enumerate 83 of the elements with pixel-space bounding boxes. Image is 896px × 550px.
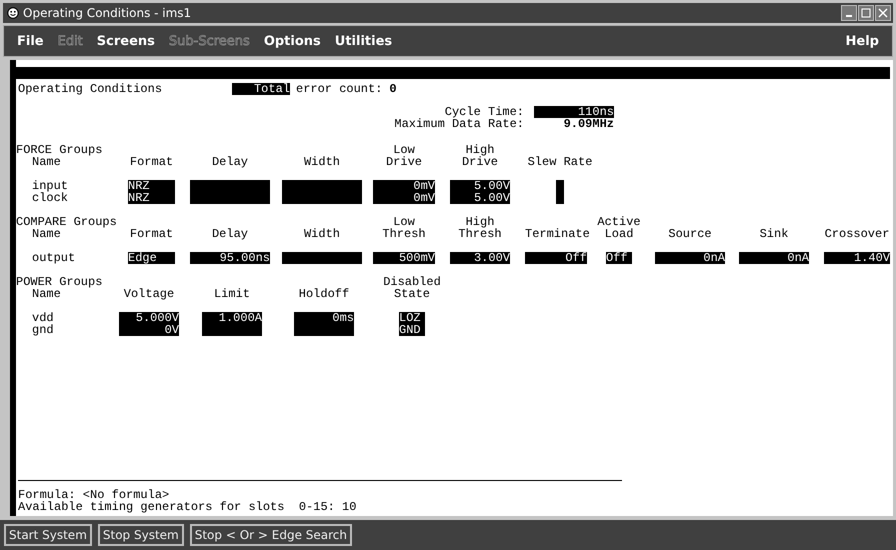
total-field[interactable]: Total [232, 83, 290, 95]
data-rate-label: Maximum Data Rate: [393, 118, 525, 130]
column-header: Low [393, 216, 415, 228]
smiley-icon [7, 7, 19, 19]
column-header: High [466, 144, 494, 156]
value-field[interactable] [282, 252, 362, 264]
column-header: Name [31, 288, 61, 300]
group-name: clock [32, 192, 70, 204]
column-header: Crossover [824, 228, 890, 240]
column-header: Sink [758, 228, 790, 240]
value-field[interactable]: Off [525, 252, 587, 264]
column-header: Slew Rate [526, 156, 594, 168]
column-header: Holdoff [298, 288, 350, 300]
window-title: Operating Conditions - ims1 [23, 6, 192, 20]
value-field[interactable]: 1.40V [824, 252, 890, 264]
column-header: Drive [460, 156, 499, 168]
column-header: Thresh [381, 228, 427, 240]
group-name: gnd [32, 324, 55, 336]
system-button[interactable]: Stop < Or > Edge Search [190, 524, 352, 546]
column-header: Format [128, 228, 174, 240]
screen-title: Operating Conditions [18, 83, 164, 95]
value-field[interactable] [556, 180, 564, 204]
value-field[interactable]: Edge [128, 252, 175, 264]
column-header: Name [31, 156, 61, 168]
column-header: Active [596, 216, 642, 228]
column-header: Name [31, 228, 62, 240]
value-field[interactable]: 95.00ns [190, 252, 270, 264]
value-field[interactable]: 500mV [373, 252, 435, 264]
value-field[interactable]: 0mV 0mV [373, 180, 435, 204]
column-header: Limit [212, 288, 251, 300]
column-header: State [392, 288, 431, 300]
value-field[interactable]: 1.000A [202, 312, 262, 336]
cycle-time-label: Cycle Time: [444, 106, 525, 118]
column-header: Source [667, 228, 713, 240]
value-field[interactable]: NRZ NRZ [128, 180, 175, 204]
formula-text: Formula: <No formula> [18, 489, 170, 501]
menu-item[interactable]: Options [256, 34, 328, 48]
value-field[interactable]: 5.00V 5.00V [450, 180, 510, 204]
value-field[interactable]: 0nA [655, 252, 725, 264]
maximize-icon [861, 8, 871, 18]
column-header: Thresh [457, 228, 503, 240]
error-count: 0 [389, 83, 397, 95]
column-header: Format [128, 156, 174, 168]
menu-item[interactable]: File [10, 34, 51, 48]
group-name: input [32, 180, 70, 192]
minimize-icon [846, 15, 852, 17]
generators-text: Available timing generators for slots 0-15: 10 [18, 501, 358, 513]
system-button[interactable]: Start System [4, 524, 92, 546]
close-icon [878, 8, 888, 18]
value-field[interactable]: 0ms [294, 312, 354, 336]
value-field[interactable]: 5.000V 0V [119, 312, 179, 336]
menu-item[interactable]: Utilities [328, 34, 400, 48]
value-field[interactable]: Off [606, 252, 632, 264]
column-header: Low [393, 144, 415, 156]
column-header: Load [604, 228, 634, 240]
value-field[interactable]: 3.00V [450, 252, 510, 264]
value-field[interactable]: LOZ GND [399, 312, 425, 336]
minimize-button[interactable] [841, 5, 857, 21]
column-header: Width [302, 156, 341, 168]
close-button[interactable] [875, 5, 891, 21]
maximize-button[interactable] [858, 5, 874, 21]
column-header: Voltage [122, 288, 176, 300]
column-header: Drive [384, 156, 423, 168]
group-name: output [32, 252, 76, 264]
cycle-time-field[interactable]: 110ns [534, 106, 614, 118]
column-header: Delay [210, 228, 249, 240]
group-title: COMPARE Groups [16, 216, 118, 228]
error-count-label: error count: [296, 83, 382, 95]
value-field[interactable] [190, 180, 270, 204]
column-header: High [466, 216, 494, 228]
menu-item[interactable]: Help [838, 34, 886, 48]
column-header: Delay [210, 156, 249, 168]
group-name: vdd [32, 312, 55, 324]
menu-item[interactable]: Screens [90, 34, 162, 48]
column-header: Disabled [382, 276, 442, 288]
value-field[interactable] [282, 180, 362, 204]
value-field[interactable]: 0nA [739, 252, 809, 264]
group-title: POWER Groups [16, 276, 104, 288]
system-button[interactable]: Stop System [98, 524, 184, 546]
data-rate-value: 9.09MHz [562, 118, 614, 130]
group-title: FORCE Groups [16, 144, 104, 156]
column-header: Terminate [525, 228, 587, 240]
column-header: Width [302, 228, 341, 240]
